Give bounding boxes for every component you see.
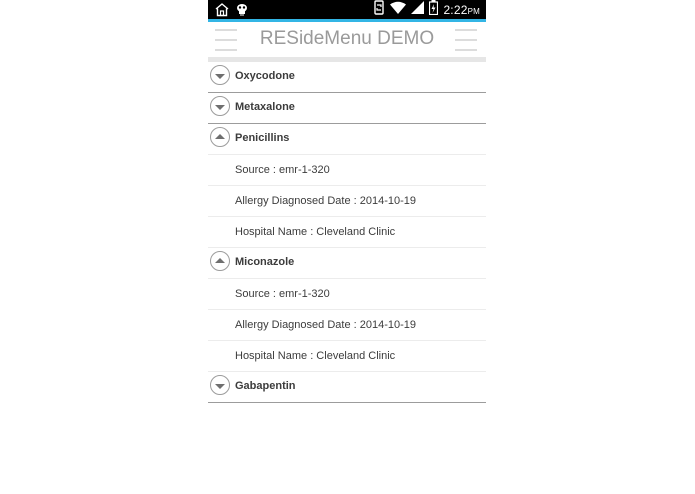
expand-toggle-icon[interactable]: [210, 65, 230, 85]
page-title: RESideMenu DEMO: [259, 28, 435, 49]
bug-icon: [234, 2, 250, 17]
allergy-name: Gabapentin: [235, 380, 296, 392]
home-icon: [214, 2, 230, 17]
collapse-toggle-icon[interactable]: [210, 251, 230, 271]
detail-diagnosed-date: Allergy Diagnosed Date : 2014-10-19: [235, 319, 417, 331]
allergy-list: Oxycodone Metaxalone Penicillins Source …: [208, 62, 486, 403]
signal-icon: [411, 0, 425, 19]
chevron-up-icon: [215, 133, 225, 139]
allergy-name: Miconazole: [235, 256, 295, 268]
status-bar: 2:22PM: [208, 0, 486, 19]
chevron-down-icon: [215, 73, 225, 79]
allergy-detail-row[interactable]: Allergy Diagnosed Date : 2014-10-19: [208, 310, 486, 341]
detail-hospital: Hospital Name : Cleveland Clinic: [235, 226, 396, 238]
collapse-toggle-icon[interactable]: [210, 127, 230, 147]
allergy-name: Metaxalone: [235, 101, 295, 113]
expand-toggle-icon[interactable]: [210, 96, 230, 116]
battery-charging-icon: [429, 0, 439, 20]
hamburger-icon-line: [455, 49, 477, 51]
hamburger-icon-line: [455, 39, 477, 41]
chevron-down-icon: [215, 104, 225, 110]
app-header: RESideMenu DEMO: [208, 22, 486, 60]
allergy-name: Penicillins: [235, 132, 290, 144]
allergy-group-row[interactable]: Penicillins: [208, 124, 486, 155]
detail-source: Source : emr-1-320: [235, 164, 330, 176]
allergy-group-row[interactable]: Oxycodone: [208, 62, 486, 93]
allergy-detail-row[interactable]: Hospital Name : Cleveland Clinic: [208, 217, 486, 248]
allergy-detail-row[interactable]: Source : emr-1-320: [208, 155, 486, 186]
allergy-detail-row[interactable]: Hospital Name : Cleveland Clinic: [208, 341, 486, 372]
detail-source: Source : emr-1-320: [235, 288, 330, 300]
allergy-detail-row[interactable]: Source : emr-1-320: [208, 279, 486, 310]
allergy-group-row[interactable]: Miconazole: [208, 248, 486, 279]
status-time: 2:22PM: [443, 2, 480, 17]
chevron-down-icon: [215, 383, 225, 389]
allergy-group-row[interactable]: Gabapentin: [208, 372, 486, 403]
allergy-name: Oxycodone: [235, 70, 295, 82]
expand-toggle-icon[interactable]: [210, 375, 230, 395]
allergy-group-row[interactable]: Metaxalone: [208, 93, 486, 124]
right-menu-button[interactable]: [455, 28, 479, 52]
chevron-up-icon: [215, 257, 225, 263]
detail-hospital: Hospital Name : Cleveland Clinic: [235, 350, 396, 362]
phone-screen: 2:22PM RESideMenu DEMO Oxycodone Metaxal…: [208, 0, 486, 494]
allergy-detail-row[interactable]: Allergy Diagnosed Date : 2014-10-19: [208, 186, 486, 217]
sync-icon: [373, 0, 385, 20]
detail-diagnosed-date: Allergy Diagnosed Date : 2014-10-19: [235, 195, 417, 207]
hamburger-icon: [455, 29, 477, 31]
wifi-icon: [390, 1, 407, 19]
